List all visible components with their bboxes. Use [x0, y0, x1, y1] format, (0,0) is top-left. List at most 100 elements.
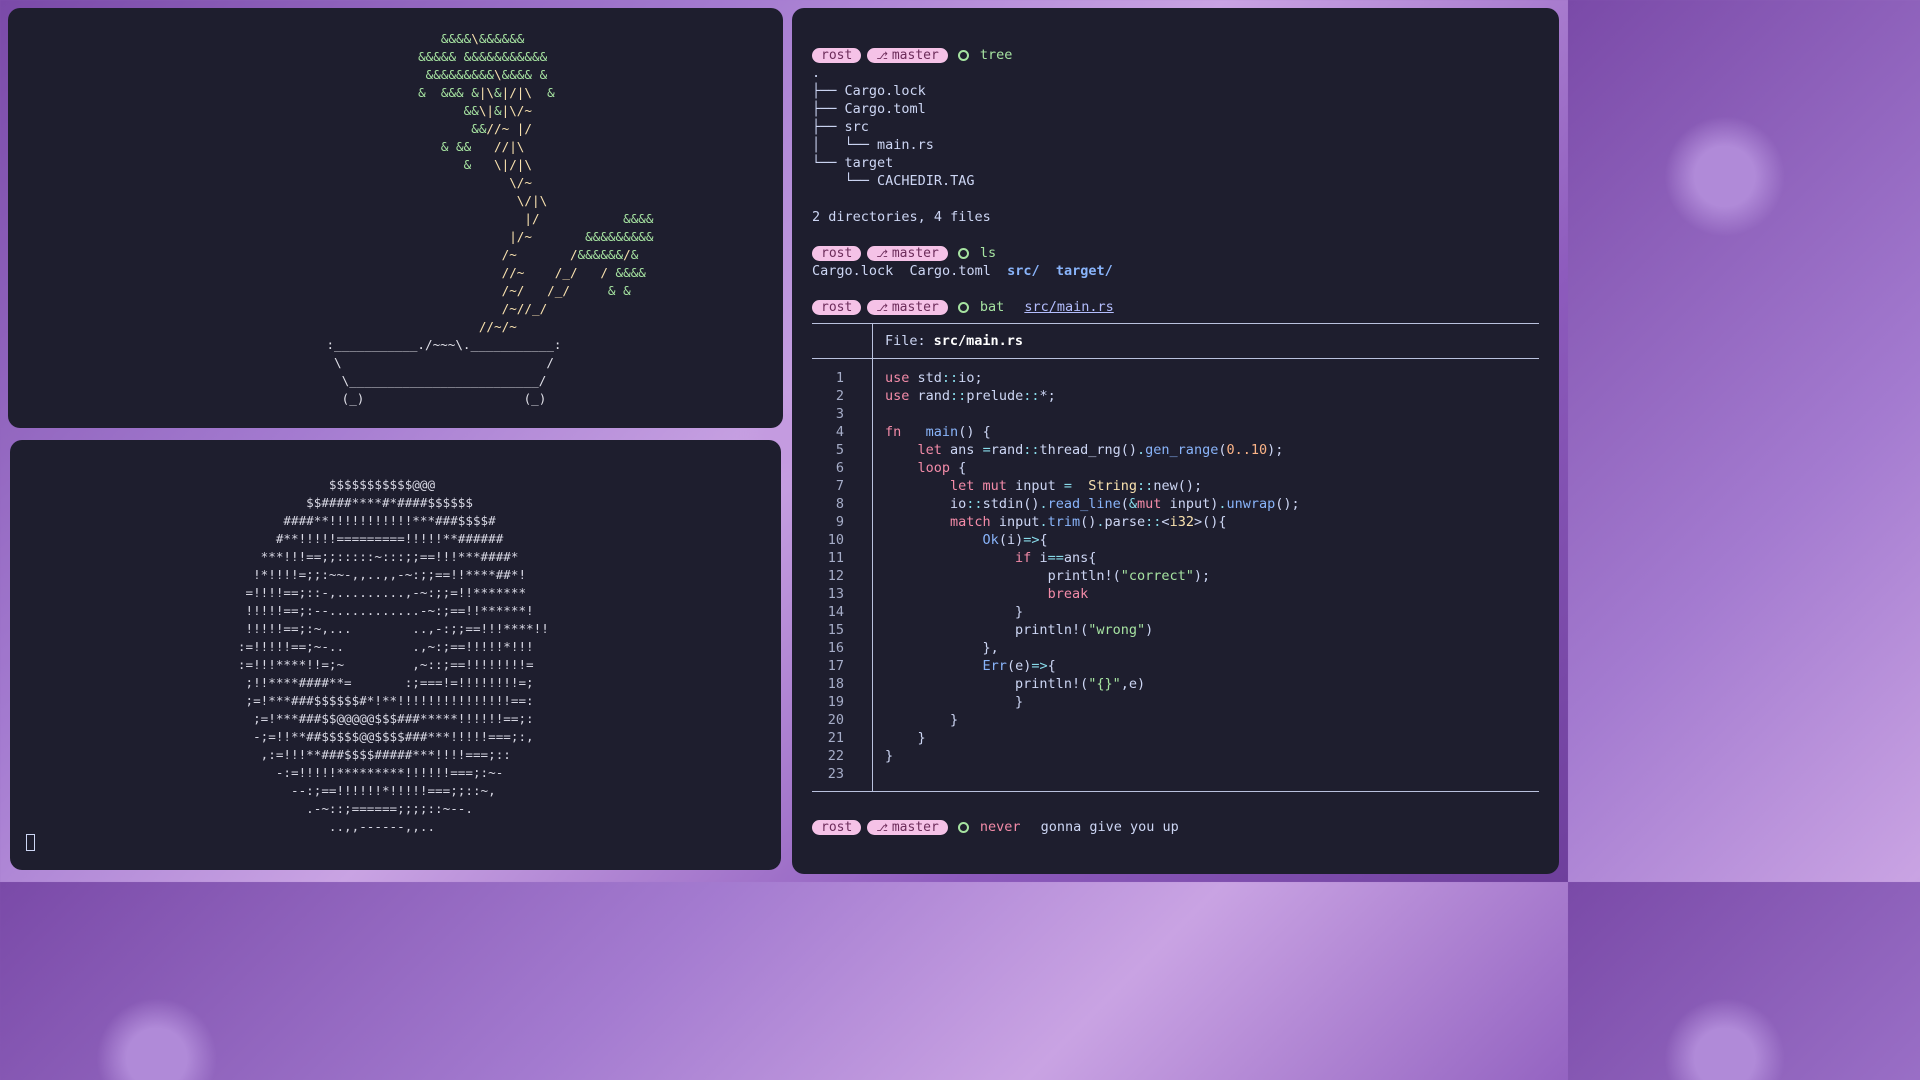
prompt-branch-badge: ⎇ master [867, 245, 948, 261]
moon-line: ..,,------,,.. [200, 819, 436, 834]
prompt-branch-badge: ⎇ master [867, 299, 948, 315]
ls-file: Cargo.lock [812, 263, 894, 279]
command-args[interactable]: gonna give you up [1041, 818, 1179, 836]
line-number: 13 [827, 586, 844, 602]
ls-dir: target/ [1055, 263, 1113, 279]
ls-output: Cargo.lock Cargo.toml src/ target/ [812, 262, 1539, 280]
code-line: use rand::prelude::*; [885, 388, 1056, 404]
line-number: 7 [835, 478, 844, 494]
bonsai-line: (_) (_) [8, 391, 547, 406]
moon-line: ;=!***###$$@@@@@$$$###*****!!!!!!==;: [200, 711, 534, 726]
bat-viewer: File: src/main.rs 1 2 3 4 5 6 7 8 9 10 11 12 13 14 15 16… [812, 323, 1539, 792]
bonsai-line: & \|/|\ [463, 157, 532, 172]
code-line: println!("{}",e) [1015, 676, 1146, 692]
code-line: io::stdin().read_line(&mut input).unwrap… [950, 496, 1300, 512]
moon-line: #**!!!!!=========!!!!!**###### [200, 531, 504, 546]
code-line: let ans =rand::thread_rng().gen_range(0.… [917, 442, 1284, 458]
ls-file: Cargo.toml [909, 263, 991, 279]
prompt-dir-badge: rost [812, 245, 862, 261]
tree-summary: 2 directories, 4 files [812, 209, 991, 225]
tree-line: └── CACHEDIR.TAG [812, 173, 975, 189]
tree-line: ├── Cargo.lock [812, 83, 926, 99]
bonsai-line: |/~ &&&&&&&&& [509, 229, 654, 244]
moon-line: .-~::;======;;;;::~--. [200, 801, 473, 816]
bat-file-name: src/main.rs [933, 333, 1024, 349]
moon-line: -;=!!**##$$$$$@@$$$$###***!!!!!===;:, [200, 729, 534, 744]
bonsai-line: :___________./~~~\.___________: [8, 337, 562, 352]
status-ring-icon [957, 247, 969, 259]
terminal-cursor [26, 834, 35, 851]
moon-line: !!!!!==;:--............-~:;==!!******! [200, 603, 534, 618]
code-line: println!("correct"); [1047, 568, 1211, 584]
line-number: 8 [835, 496, 844, 512]
moon-line: ####**!!!!!!!!!!!***###$$$$# [200, 513, 496, 528]
bonsai-line: &&//~ |/ [471, 121, 532, 136]
bonsai-line: & &&& &|\&|/|\ & [418, 85, 555, 100]
code-line: }, [885, 640, 999, 656]
tree-output: . ├── Cargo.lock ├── Cargo.toml ├── src │ └─… [812, 64, 1539, 190]
prompt-line: rost ⎇ master never gonna give you up [812, 818, 1539, 836]
command-arg: src/main.rs [1024, 299, 1114, 315]
tree-line: ├── src [812, 119, 869, 135]
bonsai-line: \ / [8, 355, 554, 370]
moon-line: :=!!!****!!=;~ ,~::;==!!!!!!!!= [200, 657, 534, 672]
line-number: 6 [835, 460, 844, 476]
tree-line: ├── Cargo.toml [812, 101, 926, 117]
line-number: 12 [827, 568, 844, 584]
command-text: ls [979, 245, 997, 261]
line-number: 18 [827, 676, 844, 692]
line-number: 17 [827, 658, 844, 674]
code-line: } [885, 748, 894, 764]
line-number: 23 [827, 766, 844, 782]
moon-line: !*!!!!=;;:~~-,,..,,-~:;;==!!****##*! [200, 567, 527, 582]
tree-line: . [812, 65, 821, 81]
bonsai-line: /~/ /_/ & & [501, 283, 631, 298]
bat-header: File: src/main.rs [812, 324, 1539, 359]
code-line: use std::io; [885, 370, 983, 386]
line-number: 1 [835, 370, 844, 386]
line-number: 14 [827, 604, 844, 620]
command-text[interactable]: never [980, 818, 1021, 836]
branch-icon: ⎇ [876, 50, 888, 62]
moon-line: :=!!!!!==;~-.. .,~:;==!!!!!*!!! [200, 639, 534, 654]
prompt-line: rost ⎇ master tree [812, 46, 1539, 64]
bonsai-line: &&&&\&&&&&& [440, 31, 525, 46]
moon-line: ,:=!!!**###$$$$#####***!!!!===;:: [200, 747, 511, 762]
line-number: 2 [835, 388, 844, 404]
branch-icon: ⎇ [876, 302, 888, 314]
code-line: Err(e)=>{ [982, 658, 1056, 674]
bonsai-line: /~//_/ [501, 301, 548, 316]
bonsai-line: //~ /_/ / &&&& [501, 265, 646, 280]
moon-line: -:=!!!!!*********!!!!!!===;:~- [200, 765, 504, 780]
code-line: } [885, 604, 1024, 620]
code-line: break [1047, 586, 1089, 602]
bonsai-ascii-art: &&&&\&&&&&& &&&&& &&&&&&&&&&& &&&&&&&&&\… [8, 30, 783, 408]
line-number-gutter: 1 2 3 4 5 6 7 8 9 10 11 12 13 14 15 16 17 18 19 20 21 22 23 [812, 359, 873, 791]
moon-line: ;!!****####**= :;===!=!!!!!!!!=; [200, 675, 534, 690]
moon-terminal-pane[interactable]: $$$$$$$$$$$@@@ $$####****#*####$$$$$$ ##… [10, 440, 781, 870]
line-number: 9 [835, 514, 844, 530]
tree-line: └── target [812, 155, 894, 171]
code-line: let mut input = String::new(); [950, 478, 1203, 494]
status-ring-icon [957, 301, 969, 313]
bonsai-line: &&\|&|\/~ [463, 103, 532, 118]
moon-line: ***!!!==;;:::::~:::;;==!!!***####* [200, 549, 519, 564]
code-line: loop { [917, 460, 967, 476]
bonsai-line: & && //|\ [440, 139, 525, 154]
prompt-dir-badge: rost [812, 47, 862, 63]
moon-line: !!!!!==;:~,... ..,-:;;==!!!****!! [200, 621, 549, 636]
shell-terminal-pane[interactable]: rost ⎇ master tree . ├── Cargo.lock ├── Car… [792, 8, 1559, 874]
command-text: tree [979, 47, 1013, 63]
ls-dir: src/ [1007, 263, 1040, 279]
terminal-output: rost ⎇ master tree . ├── Cargo.lock ├── Car… [812, 46, 1539, 836]
code-line: if i==ans{ [1015, 550, 1097, 566]
bat-file-label: File: [885, 333, 926, 349]
bonsai-line: \_________________________/ [8, 373, 547, 388]
line-number: 10 [827, 532, 844, 548]
bonsai-line: /~ /&&&&&&/& [501, 247, 639, 262]
bonsai-line: //~/~ [478, 319, 517, 334]
bonsai-terminal-pane[interactable]: &&&&\&&&&&& &&&&& &&&&&&&&&&& &&&&&&&&&\… [8, 8, 783, 428]
status-ring-icon [957, 821, 969, 833]
prompt-branch-badge: ⎇ master [867, 47, 948, 63]
